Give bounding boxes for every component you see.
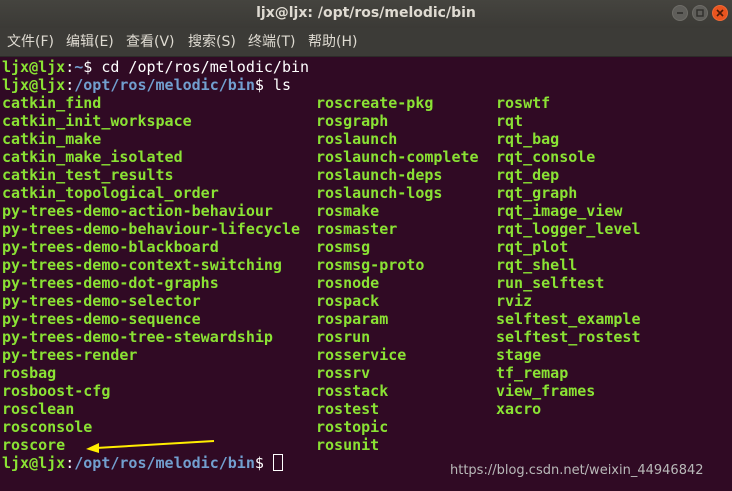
annotation-arrow-icon [86,440,215,453]
watermark: https://blog.csdn.net/weixin_44946842 [450,463,704,478]
